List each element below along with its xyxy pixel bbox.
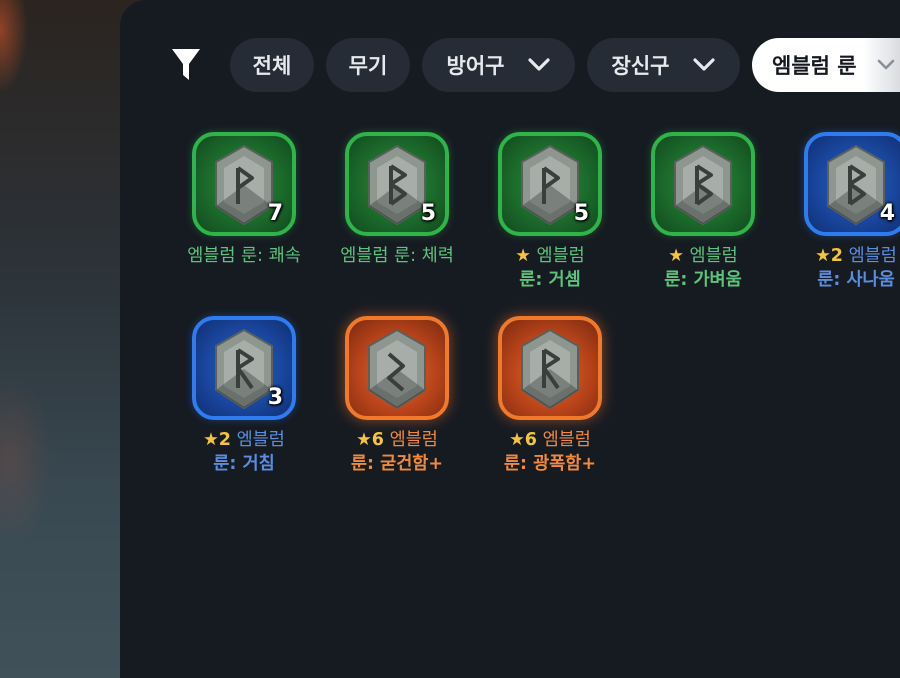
- rune-name-text: 엠블럼: [689, 246, 738, 266]
- rune-name-text: 엠블럼: [536, 246, 585, 266]
- rune-name-line-2: 룬: 사나움: [817, 270, 895, 290]
- rune-name-text: 엠블럼 룬: 체력: [340, 246, 454, 266]
- rune-stone-icon: [521, 328, 579, 410]
- rune-name-text: 엠블럼: [236, 430, 285, 450]
- rune-tile[interactable]: 3: [192, 316, 296, 420]
- rune-name-line-1: 엠블럼 룬: 쾌속: [170, 244, 318, 268]
- rune-tile[interactable]: 5: [498, 132, 602, 236]
- rune-name-line-1: ★6 엠블럼: [476, 428, 624, 452]
- rune-tile[interactable]: [345, 316, 449, 420]
- star-grade: ★2: [203, 430, 231, 450]
- stack-count: 5: [420, 201, 436, 226]
- rune-name: 엠블럼 룬: 체력: [323, 244, 471, 268]
- rune-name: ★2 엠블럼 룬: 거침: [170, 428, 318, 476]
- rune-name: ★ 엠블럼 룬: 가벼움: [629, 244, 777, 292]
- rune-name-text: 엠블럼: [848, 246, 897, 266]
- rune-name-line-1: ★6 엠블럼: [323, 428, 471, 452]
- rune-name: ★6 엠블럼 룬: 굳건함+: [323, 428, 471, 476]
- star-grade: ★6: [356, 430, 384, 450]
- rune-name-line-1: ★ 엠블럼: [476, 244, 624, 268]
- rune-stone-icon: [368, 144, 426, 226]
- star-grade: ★: [515, 246, 531, 266]
- rune-name: 엠블럼 룬: 쾌속: [170, 244, 318, 268]
- rune-stone-icon: [827, 144, 885, 226]
- rune-name-line-2: 룬: 거셈: [519, 270, 581, 290]
- rune-name-line-2: 룬: 광폭함+: [503, 454, 597, 474]
- rune-tile[interactable]: 4: [804, 132, 900, 236]
- rune-tile[interactable]: 7: [192, 132, 296, 236]
- rune-stone-icon: [215, 144, 273, 226]
- background-scene: [0, 0, 125, 678]
- rune-name-line-1: ★2 엠블럼: [170, 428, 318, 452]
- rune-name: ★ 엠블럼 룬: 거셈: [476, 244, 624, 292]
- rune-stone-icon: [674, 144, 732, 226]
- star-grade: ★2: [815, 246, 843, 266]
- rune-name-line-2: 룬: 거침: [213, 454, 275, 474]
- stack-count: 3: [267, 385, 283, 410]
- rune-name-line-2: 룬: 가벼움: [664, 270, 742, 290]
- star-grade: ★: [668, 246, 684, 266]
- stack-count: 4: [879, 201, 895, 226]
- rune-name-line-1: ★2 엠블럼: [782, 244, 900, 268]
- rune-grid: 7 엠블럼 룬: 쾌속 5 엠블럼 룬: 체력 5 ★ 엠블럼 룬: 거셈 ★ 엠블럼 룬: 가…: [120, 0, 900, 678]
- rune-tile[interactable]: [498, 316, 602, 420]
- rune-stone-icon: [215, 328, 273, 410]
- rune-name: ★6 엠블럼 룬: 광폭함+: [476, 428, 624, 476]
- rune-name-text: 엠블럼: [389, 430, 438, 450]
- star-grade: ★6: [509, 430, 537, 450]
- rune-stone-icon: [521, 144, 579, 226]
- rune-tile[interactable]: 5: [345, 132, 449, 236]
- rune-name-line-2: 룬: 굳건함+: [350, 454, 444, 474]
- rune-name-line-1: ★ 엠블럼: [629, 244, 777, 268]
- rune-name: ★2 엠블럼 룬: 사나움: [782, 244, 900, 292]
- stack-count: 5: [573, 201, 589, 226]
- rune-name-line-1: 엠블럼 룬: 체력: [323, 244, 471, 268]
- inventory-panel: 전체 무기 방어구 장신구 엠블럼 룬 7 엠블럼 룬: 쾌속 5 엠블럼 룬: 체력…: [120, 0, 900, 678]
- rune-stone-icon: [368, 328, 426, 410]
- rune-name-text: 엠블럼 룬: 쾌속: [187, 246, 301, 266]
- rune-tile[interactable]: [651, 132, 755, 236]
- rune-name-text: 엠블럼: [542, 430, 591, 450]
- stack-count: 7: [267, 201, 283, 226]
